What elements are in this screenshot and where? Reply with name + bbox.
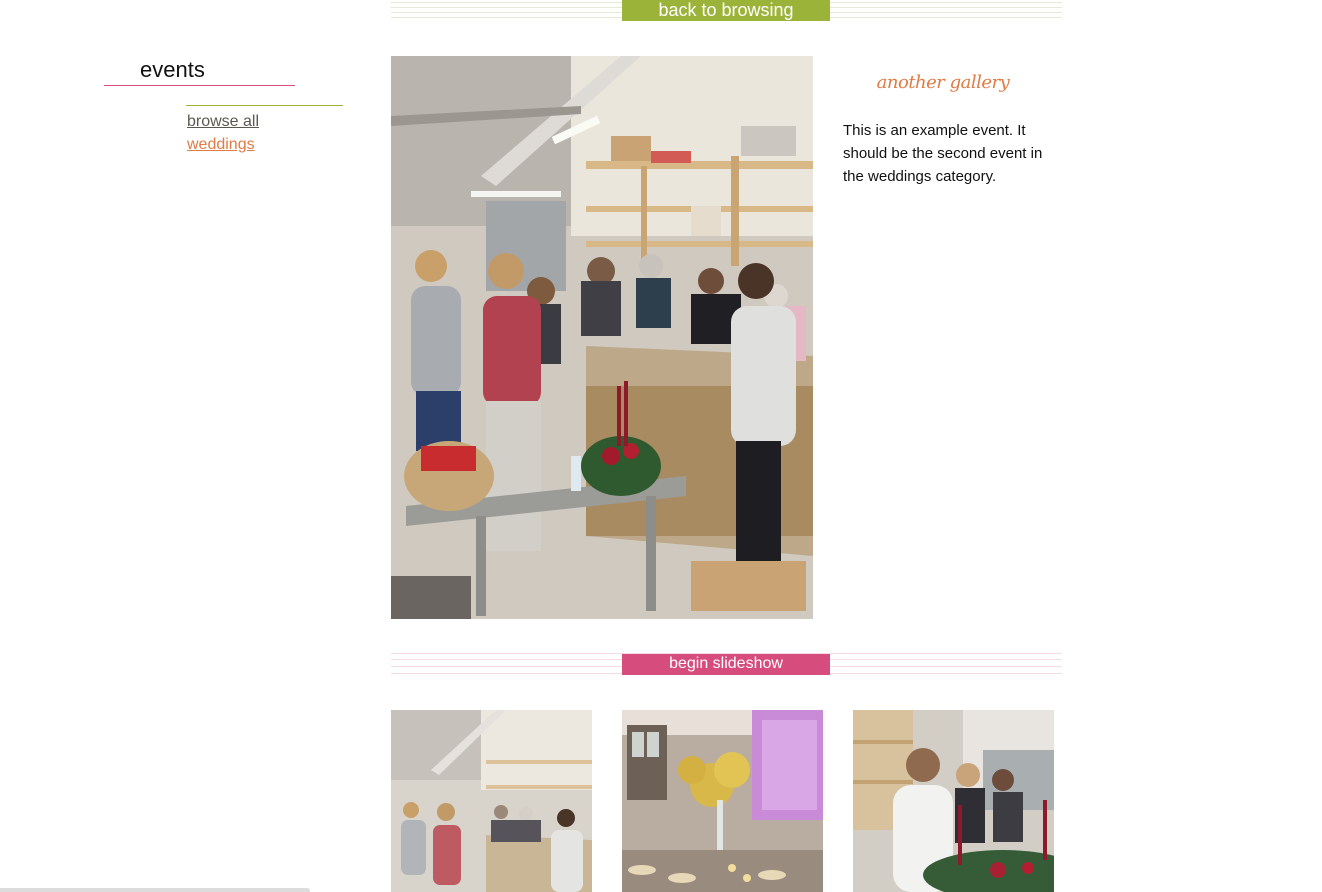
page: back to browsing events browse all weddi…: [0, 0, 1322, 892]
sidebar-links-divider: [186, 105, 343, 106]
gallery-thumbnail-1[interactable]: [391, 710, 592, 892]
gallery-thumbnail-2[interactable]: [622, 710, 823, 892]
sidebar-links: browse all weddings: [187, 110, 259, 156]
sidebar-link-weddings[interactable]: weddings: [187, 133, 259, 156]
top-nav-band: back to browsing: [391, 0, 1062, 21]
gallery-description: This is an example event. It should be t…: [843, 122, 1043, 185]
gallery-title: another gallery: [876, 72, 1010, 93]
sidebar-title-divider: [104, 85, 295, 86]
sidebar-link-browse-all[interactable]: browse all: [187, 110, 259, 133]
sidebar-title: events: [140, 57, 205, 82]
slideshow-band: begin slideshow: [391, 653, 1062, 675]
back-to-browsing-button[interactable]: back to browsing: [622, 0, 830, 21]
gallery-thumbnail-3[interactable]: [853, 710, 1054, 892]
main-gallery-photo: [391, 56, 813, 619]
horizontal-scrollbar[interactable]: [0, 888, 310, 892]
begin-slideshow-button[interactable]: begin slideshow: [622, 654, 830, 675]
